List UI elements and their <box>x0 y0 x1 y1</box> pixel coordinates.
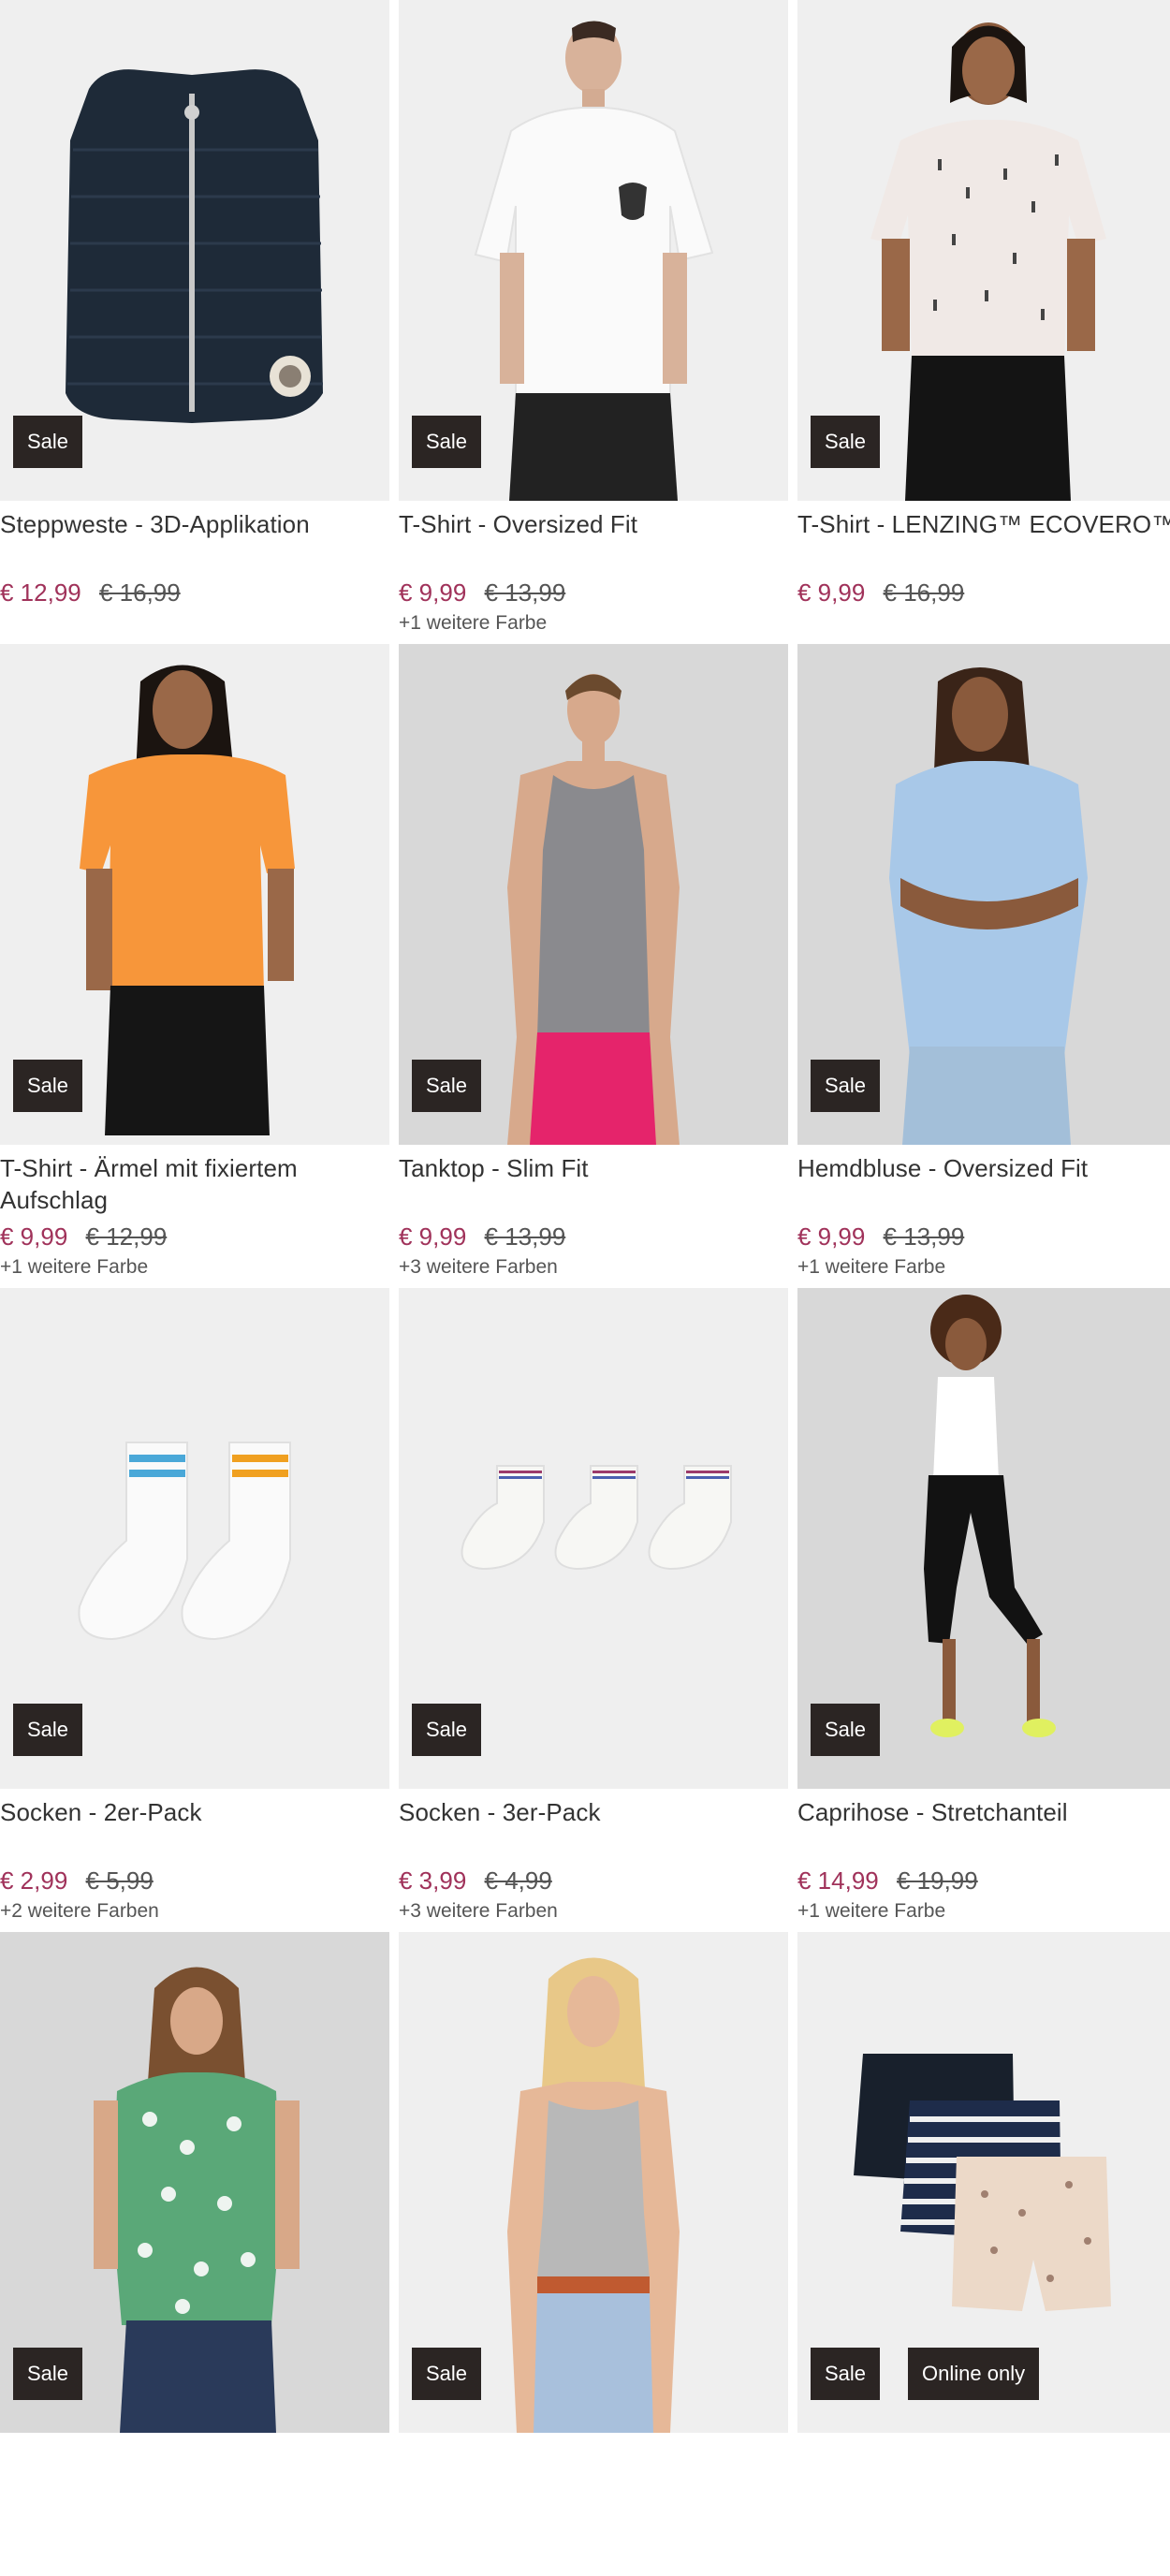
product-image[interactable]: Sale <box>399 0 788 501</box>
badge-group: Sale <box>412 416 482 468</box>
original-price: € 16,99 <box>98 578 181 607</box>
price-row: € 9,99 € 13,99 <box>797 1221 1170 1252</box>
product-image[interactable]: Sale Online only <box>797 1932 1170 2433</box>
sale-badge: Sale <box>811 1704 881 1756</box>
original-price: € 13,99 <box>484 578 566 607</box>
price-row: € 2,99 € 5,99 <box>0 1865 389 1896</box>
product-card[interactable]: Sale Caprihose - Stretchanteil € 14,99 €… <box>797 1288 1170 1932</box>
original-price: € 4,99 <box>484 1866 552 1895</box>
product-image[interactable]: Sale <box>0 1288 389 1789</box>
sale-price: € 12,99 <box>0 578 81 607</box>
original-price: € 13,99 <box>883 1222 965 1251</box>
price-row: € 14,99 € 19,99 <box>797 1865 1170 1896</box>
online-only-badge: Online only <box>908 2348 1040 2400</box>
sale-badge: Sale <box>13 1704 83 1756</box>
original-price: € 12,99 <box>85 1222 168 1251</box>
product-card[interactable]: Sale T-Shirt - Ärmel mit fixiertem Aufsc… <box>0 644 389 1288</box>
sale-badge: Sale <box>412 2348 482 2400</box>
sale-price: € 2,99 <box>0 1866 68 1895</box>
sale-badge: Sale <box>412 1704 482 1756</box>
product-title[interactable]: T-Shirt - Ärmel mit fixiertem Aufschlag <box>0 1152 389 1218</box>
sale-badge: Sale <box>13 416 83 468</box>
product-title[interactable]: Hemdbluse - Oversized Fit <box>797 1152 1170 1218</box>
sale-price: € 3,99 <box>399 1866 467 1895</box>
product-card[interactable]: Sale Steppweste - 3D-Applikation € 12,99… <box>0 0 389 644</box>
color-variants[interactable]: +1 weitere Farbe <box>797 1900 1170 1923</box>
color-variants[interactable]: +2 weitere Farben <box>0 1900 389 1923</box>
product-image[interactable]: Sale <box>797 0 1170 501</box>
badge-group: Sale <box>412 1060 482 1112</box>
sale-badge: Sale <box>412 1060 482 1112</box>
badge-group: Sale <box>13 416 83 468</box>
price-row: € 9,99 € 12,99 <box>0 1221 389 1252</box>
price-row: € 9,99 € 13,99 <box>399 1221 788 1252</box>
product-card[interactable]: Sale Socken - 2er-Pack € 2,99 € 5,99 +2 … <box>0 1288 389 1932</box>
product-image[interactable]: Sale <box>399 1932 788 2433</box>
product-card[interactable]: Sale T-Shirt - Oversized Fit € 9,99 € 13… <box>399 0 788 644</box>
sale-price: € 9,99 <box>0 1222 68 1251</box>
product-title[interactable]: T-Shirt - LENZING™ ECOVERO™ <box>797 508 1170 574</box>
product-card[interactable]: Sale Hemdbluse - Oversized Fit € 9,99 € … <box>797 644 1170 1288</box>
sale-badge: Sale <box>13 2348 83 2400</box>
product-image[interactable]: Sale <box>797 1288 1170 1789</box>
price-row: € 9,99 € 16,99 <box>797 577 1170 608</box>
badge-group: Sale <box>811 1060 881 1112</box>
badge-group: Sale <box>811 1704 881 1756</box>
original-price: € 16,99 <box>883 578 965 607</box>
product-image[interactable]: Sale <box>797 644 1170 1145</box>
sale-price: € 9,99 <box>399 578 467 607</box>
color-variants[interactable]: +1 weitere Farbe <box>399 612 788 635</box>
sale-price: € 14,99 <box>797 1866 879 1895</box>
price-row: € 3,99 € 4,99 <box>399 1865 788 1896</box>
badge-group: Sale <box>811 416 881 468</box>
color-variants[interactable]: +1 weitere Farbe <box>797 1256 1170 1279</box>
price-row: € 12,99 € 16,99 <box>0 577 389 608</box>
color-variants[interactable]: +3 weitere Farben <box>399 1900 788 1923</box>
sale-badge: Sale <box>811 2348 881 2400</box>
product-grid: Sale Steppweste - 3D-Applikation € 12,99… <box>0 0 1170 2576</box>
sale-price: € 9,99 <box>797 578 866 607</box>
product-card[interactable]: Sale Socken - 3er-Pack € 3,99 € 4,99 +3 … <box>399 1288 788 1932</box>
original-price: € 5,99 <box>85 1866 154 1895</box>
sale-badge: Sale <box>412 416 482 468</box>
original-price: € 13,99 <box>484 1222 566 1251</box>
product-image[interactable]: Sale <box>399 644 788 1145</box>
badge-group: Sale <box>13 1060 83 1112</box>
product-title[interactable]: Caprihose - Stretchanteil <box>797 1796 1170 1862</box>
product-card[interactable]: Sale T-Shirt - LENZING™ ECOVERO™ € 9,99 … <box>797 0 1170 644</box>
badge-group: Sale <box>412 2348 482 2400</box>
product-title[interactable]: Socken - 2er-Pack <box>0 1796 389 1862</box>
product-image[interactable]: Sale <box>0 1932 389 2433</box>
product-title[interactable]: Socken - 3er-Pack <box>399 1796 788 1862</box>
badge-group: Sale <box>13 2348 83 2400</box>
product-image[interactable]: Sale <box>0 644 389 1145</box>
sale-price: € 9,99 <box>399 1222 467 1251</box>
badge-group: Sale <box>412 1704 482 1756</box>
product-title[interactable]: Steppweste - 3D-Applikation <box>0 508 389 574</box>
sale-badge: Sale <box>811 1060 881 1112</box>
product-image[interactable]: Sale <box>399 1288 788 1789</box>
sale-badge: Sale <box>811 416 881 468</box>
product-title[interactable]: T-Shirt - Oversized Fit <box>399 508 788 574</box>
badge-group: Sale <box>13 1704 83 1756</box>
product-title[interactable]: Tanktop - Slim Fit <box>399 1152 788 1218</box>
color-variants[interactable]: +3 weitere Farben <box>399 1256 788 1279</box>
product-card[interactable]: Sale Tanktop - Slim Fit € 9,99 € 13,99 +… <box>399 644 788 1288</box>
badge-group: Sale Online only <box>811 2348 1040 2400</box>
original-price: € 19,99 <box>896 1866 978 1895</box>
sale-price: € 9,99 <box>797 1222 866 1251</box>
product-card[interactable]: Sale Online only <box>797 1932 1170 2576</box>
product-card[interactable]: Sale <box>399 1932 788 2576</box>
color-variants[interactable]: +1 weitere Farbe <box>0 1256 389 1279</box>
sale-badge: Sale <box>13 1060 83 1112</box>
product-image[interactable]: Sale <box>0 0 389 501</box>
price-row: € 9,99 € 13,99 <box>399 577 788 608</box>
product-card[interactable]: Sale <box>0 1932 389 2576</box>
